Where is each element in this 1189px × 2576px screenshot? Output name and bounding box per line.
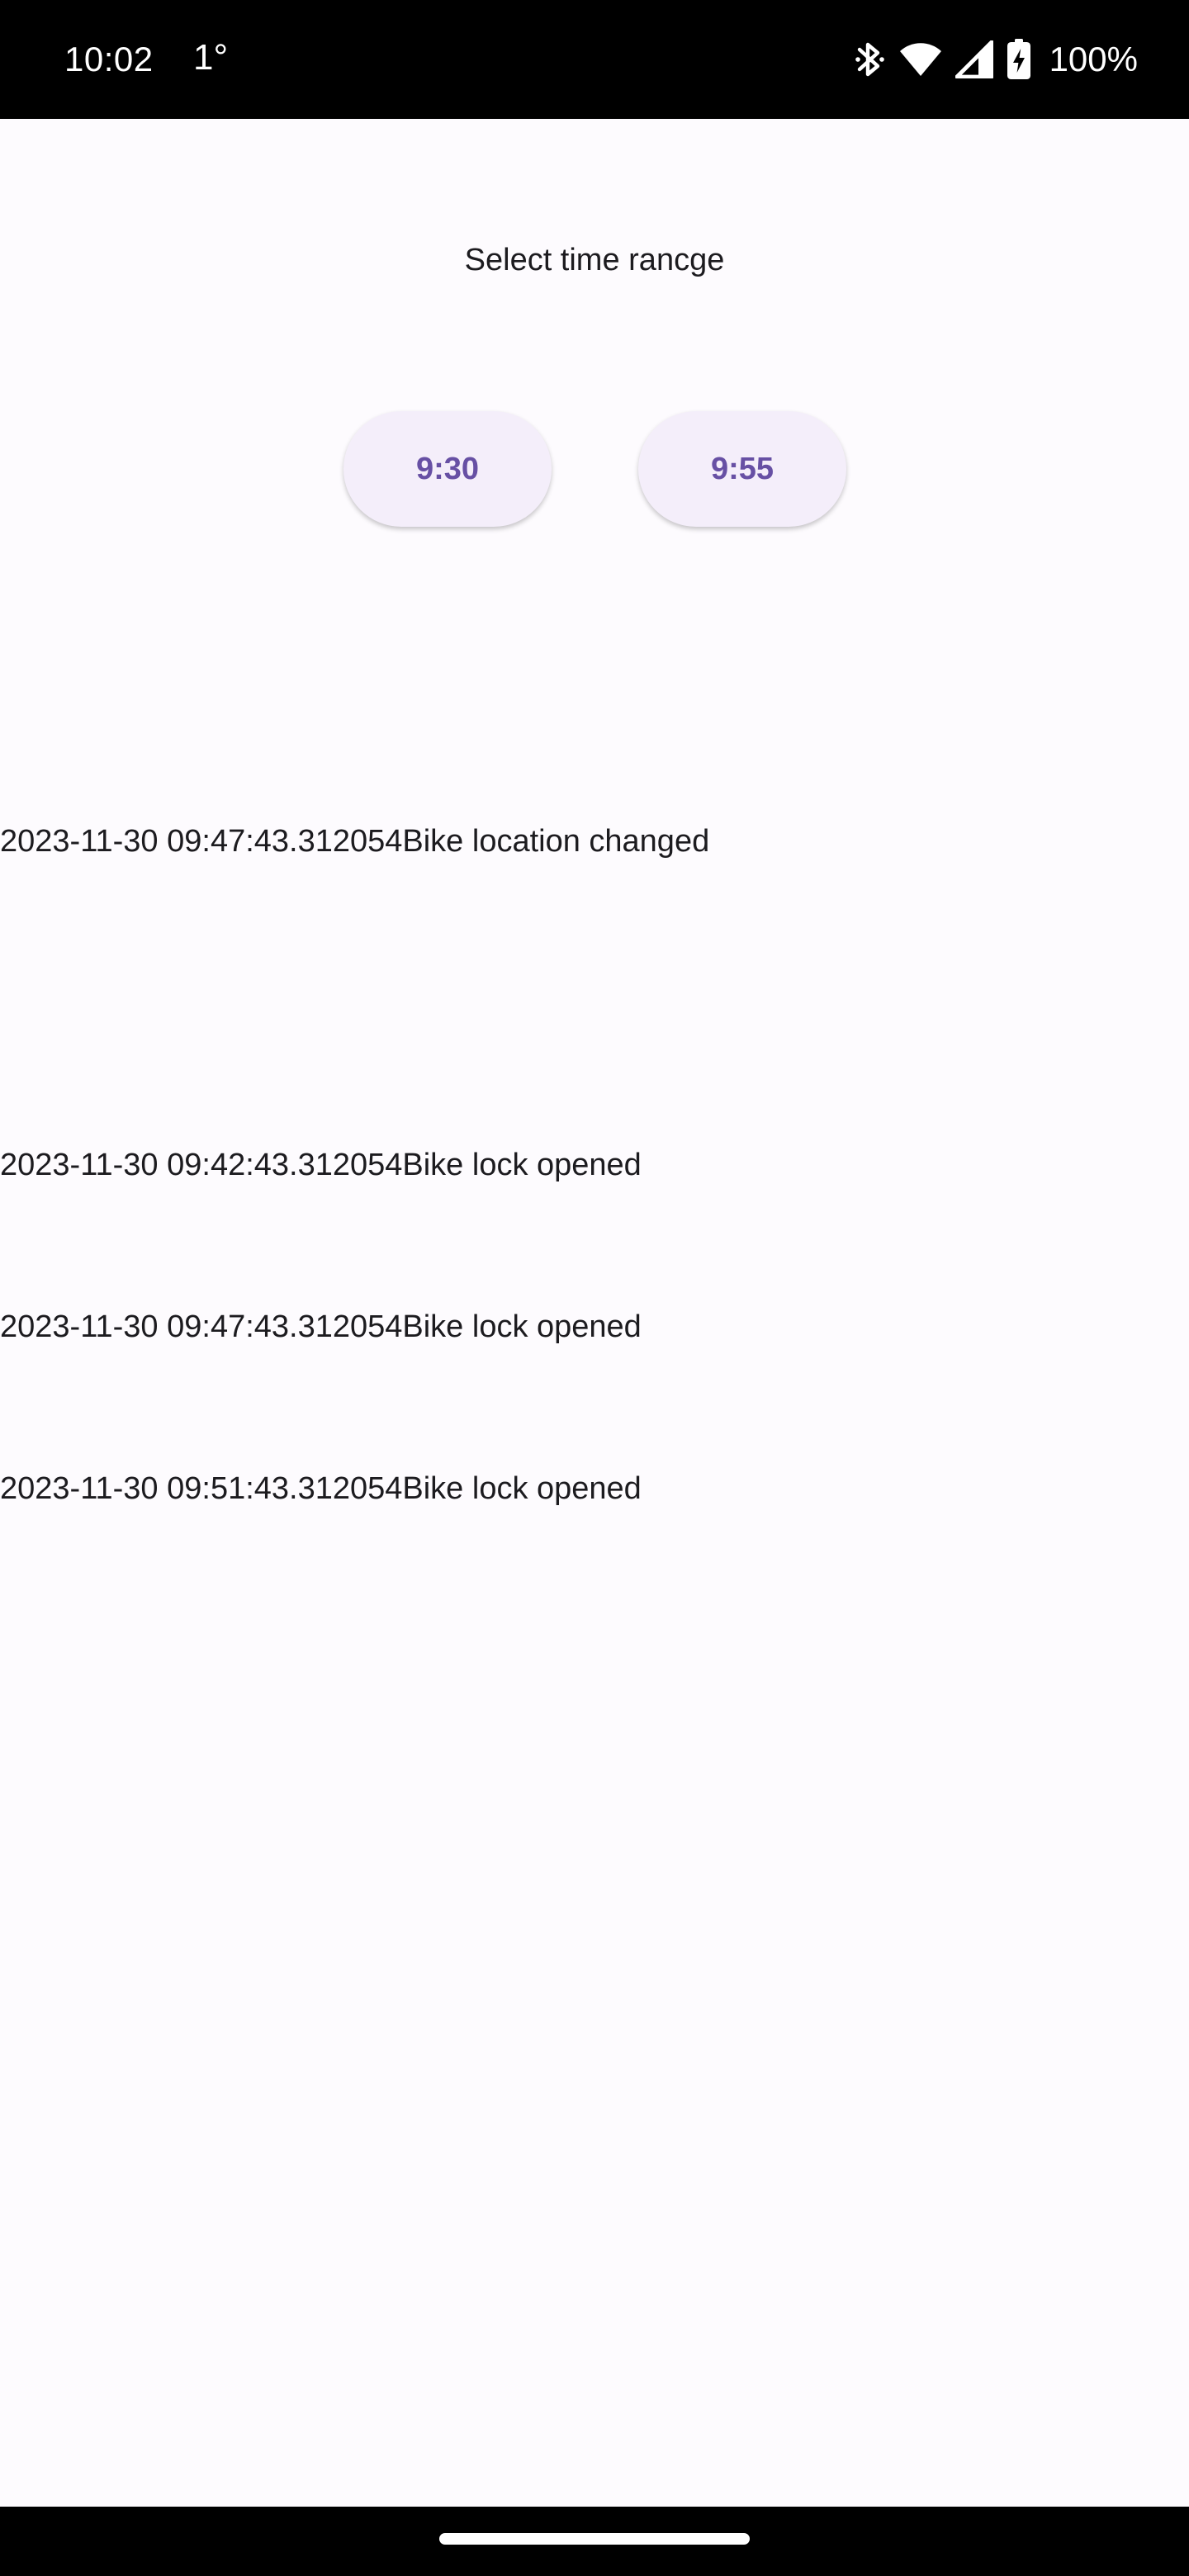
status-temperature: 1° bbox=[193, 37, 229, 78]
home-gesture-handle[interactable] bbox=[439, 2533, 750, 2545]
status-time: 10:02 bbox=[64, 40, 154, 78]
event-list-item: 2023-11-30 09:42:43.312054Bike lock open… bbox=[0, 1148, 642, 1182]
battery-percentage: 100% bbox=[1049, 40, 1138, 78]
cellular-signal-icon bbox=[955, 40, 993, 78]
end-time-button[interactable]: 9:55 bbox=[638, 411, 846, 527]
event-list-item: 2023-11-30 09:47:43.312054Bike location … bbox=[0, 824, 710, 859]
wifi-icon bbox=[899, 41, 942, 78]
status-bar: 10:02 1° 100% bbox=[0, 0, 1189, 119]
battery-charging-icon bbox=[1007, 39, 1031, 80]
page-title: Select time rancge bbox=[464, 243, 725, 277]
start-time-button[interactable]: 9:30 bbox=[343, 411, 552, 527]
navigation-bar bbox=[0, 2507, 1189, 2576]
status-icons: 100% bbox=[853, 35, 1138, 84]
event-list-item: 2023-11-30 09:47:43.312054Bike lock open… bbox=[0, 1309, 642, 1344]
event-list-item: 2023-11-30 09:51:43.312054Bike lock open… bbox=[0, 1471, 642, 1506]
bluetooth-icon bbox=[853, 38, 886, 81]
